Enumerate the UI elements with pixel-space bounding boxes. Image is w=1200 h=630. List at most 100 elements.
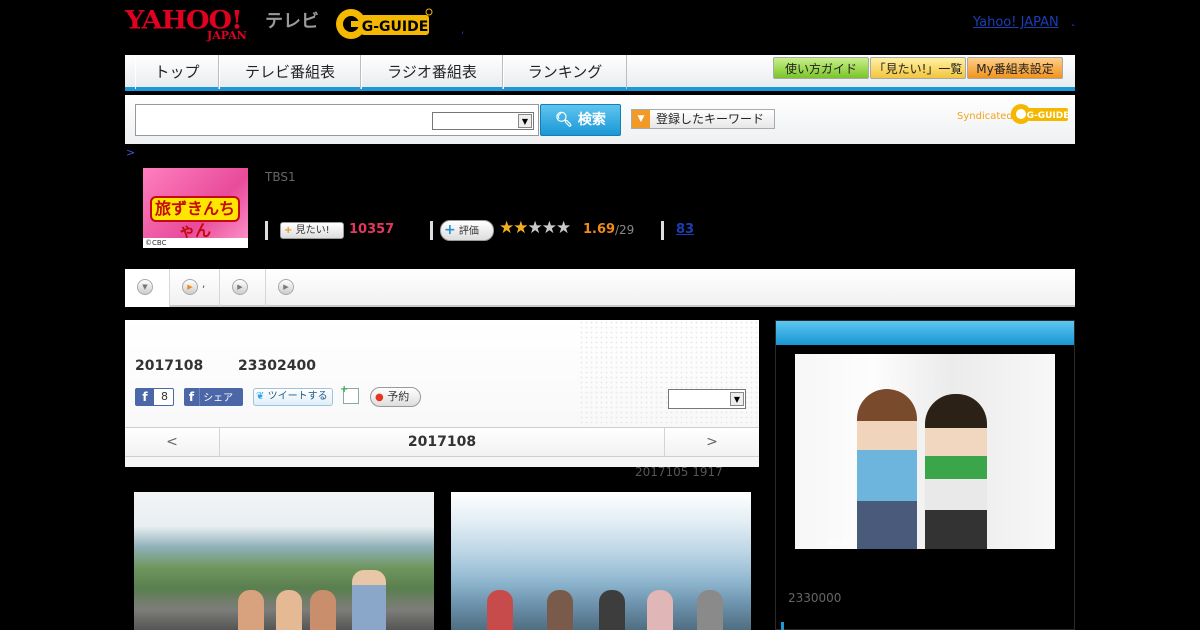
tab-2-label: , (202, 279, 206, 290)
triangle-down-icon: ▼ (632, 110, 650, 128)
program-thumbnail[interactable]: 旅ずきんちゃん ©CBC (143, 168, 248, 248)
first-aired-text: 2017105 1917 (635, 465, 723, 479)
yahoo-japan-link[interactable]: Yahoo! JAPAN (973, 15, 1059, 30)
current-date: 2017108 (407, 434, 477, 450)
facebook-like-count: 8 (161, 390, 168, 403)
tab-summary[interactable]: ▼ (125, 269, 170, 307)
tv-label: テレビ (265, 11, 319, 32)
photo-figure (697, 590, 723, 630)
star-icon: ★ (541, 218, 557, 238)
air-time: 23302400 (238, 358, 316, 374)
divider (430, 221, 433, 240)
facebook-share-button[interactable]: f シェア (184, 388, 243, 406)
guide-button[interactable]: 使い方ガイド (773, 57, 869, 79)
rating-stars: ★★★★★ (499, 218, 571, 238)
mitai-button-label: 見たい! (295, 225, 330, 236)
rating-total: /29 (615, 223, 635, 237)
episode-photo-1[interactable] (134, 492, 434, 630)
plus-icon: + (444, 222, 456, 238)
rate-button[interactable]: + 評価 (440, 220, 494, 241)
tab-3[interactable]: ▶ (220, 269, 266, 307)
registered-keywords-button[interactable]: ▼ 登録したキーワード (631, 109, 775, 129)
tab-2[interactable]: ▶ , (170, 269, 220, 307)
facebook-share-label: シェア (203, 393, 234, 404)
yahoo-japan-logo[interactable]: YAHOO! JAPAN (125, 5, 265, 43)
divider (265, 221, 268, 240)
star-icon: ★ (499, 218, 514, 238)
photo-figure (925, 394, 987, 549)
star-icon: ★ (556, 218, 571, 238)
nav-ranking[interactable]: ランキング (503, 55, 627, 89)
prev-date-button[interactable]: < (125, 428, 220, 456)
episode-photo-2[interactable] (451, 492, 751, 630)
date-navigation: < 2017108 > (125, 427, 759, 457)
photo-figure (352, 570, 386, 630)
nav-radio-schedule[interactable]: ラジオ番組表 (361, 55, 503, 89)
play-icon: ▶ (182, 279, 198, 295)
search-icon: 🔍︎ (555, 112, 573, 128)
tweet-button[interactable]: ❦ ツイートする (253, 388, 333, 406)
sidebar-time-text: 2330000 (788, 591, 842, 605)
photo-figure (599, 590, 625, 630)
plus-icon: + (284, 225, 293, 236)
facebook-like-button[interactable]: f 8 (135, 388, 174, 406)
star-icon: ★ (513, 218, 528, 238)
chevron-down-icon: ▼ (137, 279, 153, 295)
mitai-list-button[interactable]: 「見たい!」一覧 (870, 57, 966, 79)
search-button[interactable]: 🔍︎ 検索 (540, 104, 621, 136)
facebook-icon: f (136, 389, 154, 405)
gguide-logo[interactable]: G-GUIDE (335, 7, 435, 41)
sidebar-photo[interactable]: ©CBC (795, 354, 1055, 549)
tab-4[interactable]: ▶ (266, 269, 312, 307)
breadcrumb[interactable]: > (126, 146, 135, 159)
photo-figure (647, 590, 673, 630)
tiny-dot: , (461, 25, 465, 36)
sidebar-scroll-indicator (781, 622, 784, 630)
sidebar-photo-credit: ©CBC (828, 538, 853, 547)
record-icon: ● (375, 392, 384, 403)
mitai-button[interactable]: + 見たい! (280, 222, 344, 239)
yahoo-logo-sub: JAPAN (207, 29, 247, 42)
nav-top[interactable]: トップ (135, 55, 219, 89)
add-calendar-icon[interactable]: + (340, 384, 359, 404)
plus-icon: + (340, 384, 349, 395)
twitter-bird-icon: ❦ (256, 391, 265, 402)
chevron-down-icon: ▼ (518, 114, 532, 128)
reserve-label: 予約 (387, 390, 410, 403)
divider (661, 221, 664, 240)
my-schedule-settings-button[interactable]: My番組表設定 (967, 57, 1063, 79)
episode-panel: 2017108 23302400 f 8 f シェア ❦ ツイートする + ● … (125, 320, 759, 467)
photo-figure (276, 590, 302, 630)
photo-figure (857, 389, 917, 549)
episode-select[interactable]: ▼ (668, 389, 746, 409)
star-icon: ★ (527, 218, 543, 238)
mitai-count: 10357 (349, 222, 395, 237)
play-icon: ▶ (278, 279, 294, 295)
dot-pattern (579, 320, 759, 427)
tweet-label: ツイートする (267, 391, 328, 402)
main-nav: トップ テレビ番組表 ラジオ番組表 ランキング 使い方ガイド 「見たい!」一覧 … (125, 55, 1075, 91)
play-icon: ▶ (232, 279, 248, 295)
air-date: 2017108 (135, 358, 204, 374)
rating-score: 1.69 (583, 222, 616, 237)
search-bar: ▼ 🔍︎ 検索 ▼ 登録したキーワード Syndicated G-GUIDE (125, 95, 1075, 144)
search-category-select[interactable]: ▼ (432, 112, 534, 130)
page: YAHOO! JAPAN テレビ G-GUIDE , Yahoo! JAPAN … (0, 0, 1200, 630)
program-thumbnail-title: 旅ずきんちゃん (150, 196, 240, 240)
search-button-label: 検索 (577, 112, 606, 128)
sidebar-header (776, 321, 1074, 345)
review-count-link[interactable]: 83 (676, 222, 694, 237)
syndicated-logo-text: G-GUIDE (1027, 111, 1068, 121)
photo-figure (487, 590, 513, 630)
photo-figure (547, 590, 573, 630)
thumbnail-credit: ©CBC (143, 238, 248, 248)
gguide-logo-text: G-GUIDE (362, 19, 429, 35)
photo-figure (238, 590, 264, 630)
facebook-icon: f (184, 388, 200, 406)
nav-tv-schedule[interactable]: テレビ番組表 (219, 55, 361, 89)
sidebar-panel: ©CBC 2330000 (775, 320, 1075, 630)
channel-name: TBS1 (265, 170, 296, 184)
reserve-button[interactable]: ● 予約 (370, 387, 421, 407)
next-date-button[interactable]: > (664, 428, 759, 456)
registered-keywords-label: 登録したキーワード (656, 112, 765, 126)
